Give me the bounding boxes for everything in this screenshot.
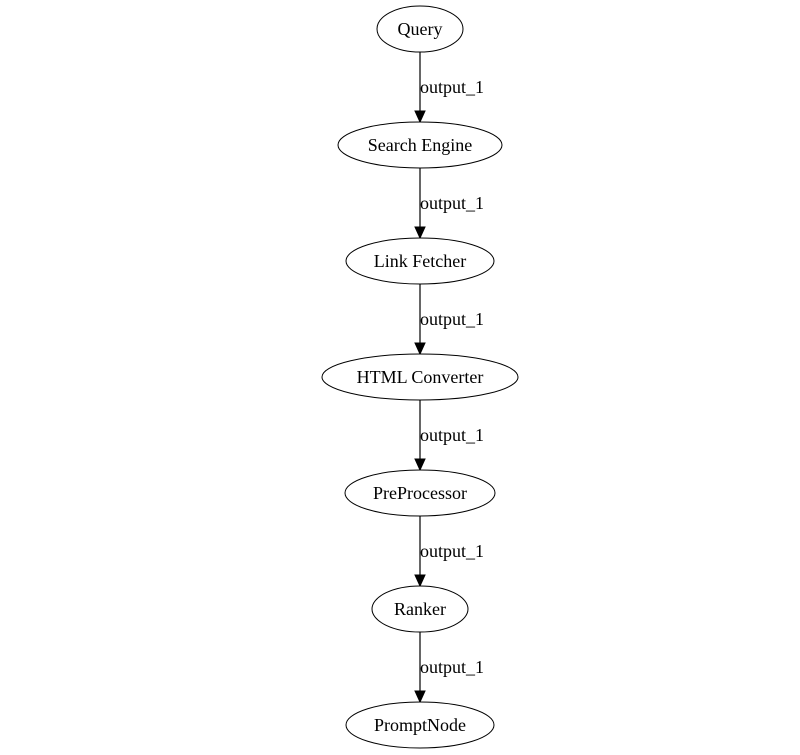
node-search-engine: Search Engine: [337, 121, 503, 169]
node-label: PromptNode: [374, 715, 466, 735]
edge-label: output_1: [420, 309, 484, 329]
node-label: PreProcessor: [373, 483, 467, 503]
arrowhead-icon: [414, 342, 426, 356]
arrowhead-icon: [414, 110, 426, 124]
edge-label: output_1: [420, 425, 484, 445]
arrowhead-icon: [414, 574, 426, 588]
arrowhead-icon: [414, 458, 426, 472]
node-preprocessor: PreProcessor: [344, 469, 496, 517]
edge-html_converter-to-preprocessor: output_1: [414, 400, 484, 472]
node-label: Ranker: [394, 599, 446, 619]
node-label: Search Engine: [368, 135, 472, 155]
edge-search_engine-to-link_fetcher: output_1: [414, 168, 484, 240]
node-html-converter: HTML Converter: [321, 353, 519, 401]
edge-label: output_1: [420, 657, 484, 677]
pipeline-graph: output_1 output_1 output_1 output_1 output_1…: [321, 5, 519, 749]
edge-preprocessor-to-ranker: output_1: [414, 516, 484, 588]
edge-label: output_1: [420, 541, 484, 561]
edge-query-to-search_engine: output_1: [414, 52, 484, 124]
node-query: Query: [376, 5, 464, 53]
arrowhead-icon: [414, 690, 426, 704]
node-label: HTML Converter: [357, 367, 484, 387]
edge-label: output_1: [420, 77, 484, 97]
node-label: Link Fetcher: [374, 251, 466, 271]
edge-link_fetcher-to-html_converter: output_1: [414, 284, 484, 356]
edge-label: output_1: [420, 193, 484, 213]
node-prompt-node: PromptNode: [345, 701, 495, 749]
node-link-fetcher: Link Fetcher: [345, 237, 495, 285]
arrowhead-icon: [414, 226, 426, 240]
node-label: Query: [398, 19, 443, 39]
edge-ranker-to-prompt_node: output_1: [414, 632, 484, 704]
node-ranker: Ranker: [371, 585, 469, 633]
